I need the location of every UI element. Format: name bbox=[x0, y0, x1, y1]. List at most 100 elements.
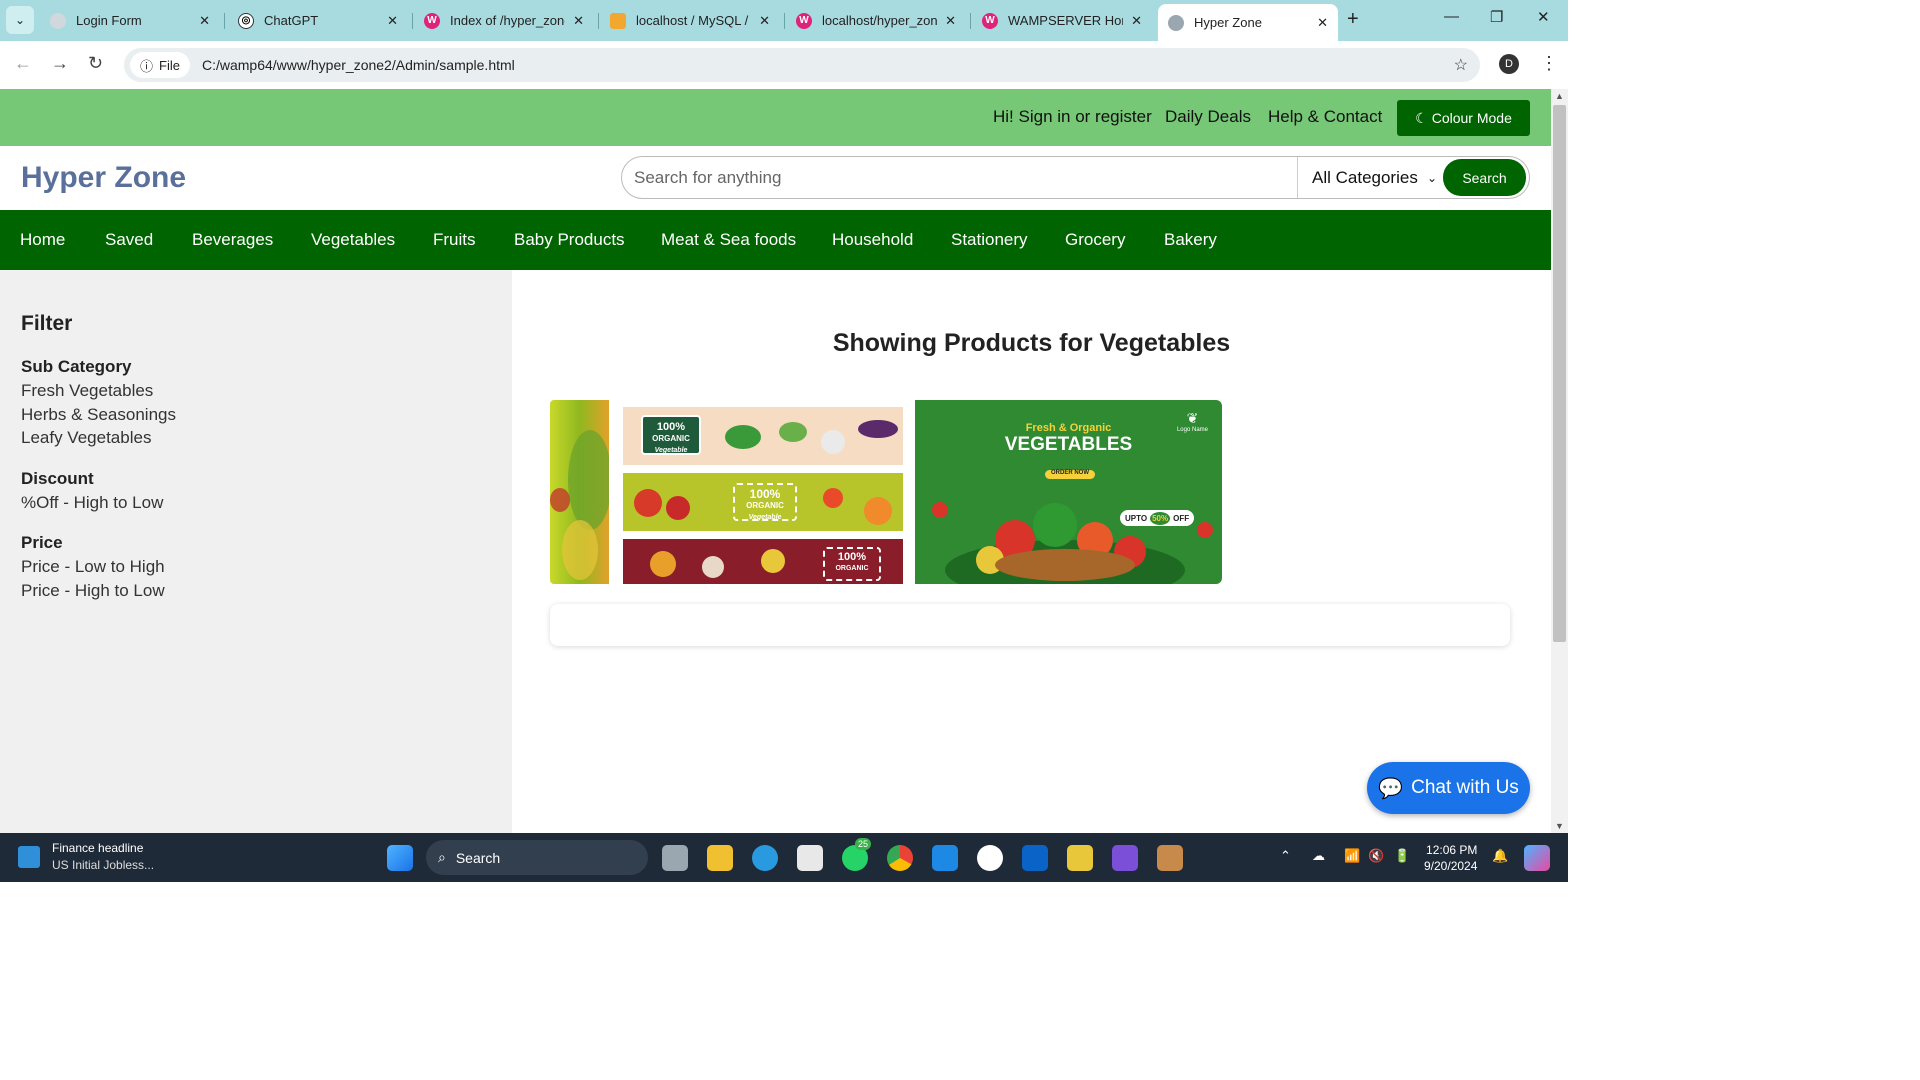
search-button[interactable]: Search bbox=[1443, 159, 1526, 196]
chatgpt-icon: ◎ bbox=[238, 12, 254, 29]
close-tab-icon[interactable]: ✕ bbox=[387, 13, 398, 29]
wifi-icon[interactable]: 📶 bbox=[1344, 848, 1360, 864]
visual-studio-icon[interactable] bbox=[1112, 845, 1138, 871]
browser-tab[interactable]: W Index of /hyper_zone ✕ bbox=[414, 4, 594, 37]
browser-menu-icon[interactable]: ⋮ bbox=[1540, 53, 1558, 74]
chat-with-us-button[interactable]: 💬 Chat with Us bbox=[1367, 762, 1530, 814]
copilot-icon[interactable] bbox=[1524, 845, 1550, 871]
outlook-icon[interactable] bbox=[1022, 845, 1048, 871]
site-info-chip[interactable]: ⓘ File bbox=[130, 52, 190, 78]
chrome-icon[interactable] bbox=[887, 845, 913, 871]
tab-separator bbox=[224, 13, 225, 29]
restore-icon[interactable]: ❐ bbox=[1490, 8, 1503, 26]
volume-icon[interactable]: 🔇 bbox=[1368, 848, 1384, 864]
close-tab-icon[interactable]: ✕ bbox=[573, 13, 584, 29]
nav-item-stationery[interactable]: Stationery bbox=[951, 230, 1028, 250]
close-tab-icon[interactable]: ✕ bbox=[199, 13, 210, 29]
search-icon: ⌕ bbox=[438, 849, 446, 865]
nav-item-vegetables[interactable]: Vegetables bbox=[311, 230, 395, 250]
whatsapp-icon[interactable]: 25 bbox=[842, 838, 872, 871]
tab-search-menu-icon[interactable]: ⌄ bbox=[6, 6, 34, 34]
banner-slider[interactable]: 100% ORGANIC Vegetable 100% ORGANIC Vege… bbox=[550, 400, 1222, 584]
minimize-icon[interactable]: — bbox=[1444, 8, 1459, 25]
category-select[interactable]: All Categories ⌄ bbox=[1297, 157, 1443, 198]
sticky-app-icon[interactable] bbox=[1067, 845, 1093, 871]
news-widget[interactable]: Finance headline US Initial Jobless... bbox=[18, 841, 154, 872]
browser-tab[interactable]: ◎ ChatGPT ✕ bbox=[228, 4, 408, 37]
microsoft-store-icon[interactable] bbox=[797, 845, 823, 871]
filter-option[interactable]: Herbs & Seasonings bbox=[21, 405, 176, 425]
filter-option[interactable]: Price - High to Low bbox=[21, 581, 165, 601]
daily-deals-link[interactable]: Daily Deals bbox=[1165, 107, 1251, 127]
site-topbar: Hi! Sign in or register Daily Deals Help… bbox=[0, 89, 1551, 146]
tab-title: ChatGPT bbox=[264, 13, 319, 28]
app-icon[interactable] bbox=[1157, 845, 1183, 871]
close-tab-icon[interactable]: ✕ bbox=[1317, 15, 1328, 31]
nav-item-saved[interactable]: Saved bbox=[105, 230, 153, 250]
file-explorer-icon[interactable] bbox=[707, 845, 733, 871]
page-scrollbar[interactable]: ▲ ▼ bbox=[1551, 89, 1568, 833]
browser-tab-active[interactable]: Hyper Zone ✕ bbox=[1158, 4, 1338, 41]
filter-title: Filter bbox=[21, 312, 73, 335]
filter-option[interactable]: Leafy Vegetables bbox=[21, 428, 151, 448]
battery-icon[interactable]: 🔋 bbox=[1394, 848, 1410, 864]
filter-option[interactable]: Fresh Vegetables bbox=[21, 381, 153, 401]
windows-start-icon[interactable] bbox=[387, 845, 413, 871]
close-window-icon[interactable]: ✕ bbox=[1537, 8, 1550, 26]
nav-item-household[interactable]: Household bbox=[832, 230, 913, 250]
back-icon[interactable]: ← bbox=[14, 53, 32, 74]
moon-icon: ☾ bbox=[1415, 109, 1428, 126]
scrollbar-thumb[interactable] bbox=[1553, 105, 1566, 642]
news-icon bbox=[18, 845, 40, 868]
address-bar[interactable]: ⓘ File C:/wamp64/www/hyper_zone2/Admin/s… bbox=[124, 48, 1480, 82]
clock-time: 12:06 PM bbox=[1426, 843, 1478, 857]
sign-in-link[interactable]: Hi! Sign in or register bbox=[993, 107, 1152, 127]
scroll-up-icon[interactable]: ▲ bbox=[1555, 91, 1564, 101]
system-clock[interactable]: 12:06 PM 9/20/2024 bbox=[1424, 842, 1477, 874]
browser-tab[interactable]: W WAMPSERVER Home ✕ bbox=[972, 4, 1152, 37]
whatsapp-desktop-icon[interactable] bbox=[977, 845, 1003, 871]
url-text[interactable]: C:/wamp64/www/hyper_zone2/Admin/sample.h… bbox=[202, 57, 515, 73]
close-tab-icon[interactable]: ✕ bbox=[759, 13, 770, 29]
scroll-down-icon[interactable]: ▼ bbox=[1555, 821, 1564, 831]
help-contact-link[interactable]: Help & Contact bbox=[1268, 107, 1382, 127]
bookmark-star-icon[interactable]: ☆ bbox=[1454, 55, 1468, 75]
colour-mode-button[interactable]: ☾ Colour Mode bbox=[1397, 100, 1530, 136]
nav-item-bakery[interactable]: Bakery bbox=[1164, 230, 1217, 250]
nav-item-fruits[interactable]: Fruits bbox=[433, 230, 476, 250]
cloud-icon[interactable]: ☁ bbox=[1312, 848, 1325, 864]
new-tab-icon[interactable]: + bbox=[1347, 8, 1359, 31]
browser-tab[interactable]: localhost / MySQL / h ✕ bbox=[600, 4, 780, 37]
organic-banner-3: 100% ORGANIC bbox=[623, 539, 903, 584]
badge-text: ORGANIC bbox=[746, 501, 784, 510]
reload-icon[interactable]: ↻ bbox=[88, 53, 103, 74]
profile-avatar[interactable]: D bbox=[1499, 54, 1519, 74]
filter-option[interactable]: %Off - High to Low bbox=[21, 493, 163, 513]
tab-separator bbox=[784, 13, 785, 29]
browser-tab[interactable]: W localhost/hyper_zone ✕ bbox=[786, 4, 966, 37]
filter-option[interactable]: Price - Low to High bbox=[21, 557, 165, 577]
forward-icon[interactable]: → bbox=[51, 53, 69, 74]
banner-slide-promo: ❦ Logo Name Fresh & Organic VEGETABLES O… bbox=[915, 400, 1222, 584]
nav-item-baby-products[interactable]: Baby Products bbox=[514, 230, 625, 250]
close-tab-icon[interactable]: ✕ bbox=[1131, 13, 1142, 29]
task-view-icon[interactable] bbox=[662, 845, 688, 871]
globe-icon bbox=[50, 12, 66, 29]
vscode-icon[interactable] bbox=[932, 845, 958, 871]
nav-item-meat-sea-foods[interactable]: Meat & Sea foods bbox=[661, 230, 796, 250]
notification-bell-icon[interactable]: 🔔 bbox=[1492, 848, 1508, 864]
nav-item-beverages[interactable]: Beverages bbox=[192, 230, 273, 250]
discount-percent: 50% bbox=[1150, 511, 1171, 525]
site-logo[interactable]: Hyper Zone bbox=[21, 161, 186, 195]
close-tab-icon[interactable]: ✕ bbox=[945, 13, 956, 29]
page-viewport: Hi! Sign in or register Daily Deals Help… bbox=[0, 89, 1551, 833]
nav-item-home[interactable]: Home bbox=[20, 230, 65, 250]
nav-item-grocery[interactable]: Grocery bbox=[1065, 230, 1125, 250]
chevron-up-icon[interactable]: ⌃ bbox=[1280, 848, 1291, 864]
chat-button-label: Chat with Us bbox=[1411, 777, 1519, 798]
browser-tab[interactable]: Login Form ✕ bbox=[40, 4, 220, 37]
taskbar-search[interactable]: ⌕ Search bbox=[426, 840, 648, 875]
vegetable-basket-image bbox=[932, 502, 1213, 584]
search-input[interactable] bbox=[622, 157, 1297, 198]
edge-icon[interactable] bbox=[752, 845, 778, 871]
